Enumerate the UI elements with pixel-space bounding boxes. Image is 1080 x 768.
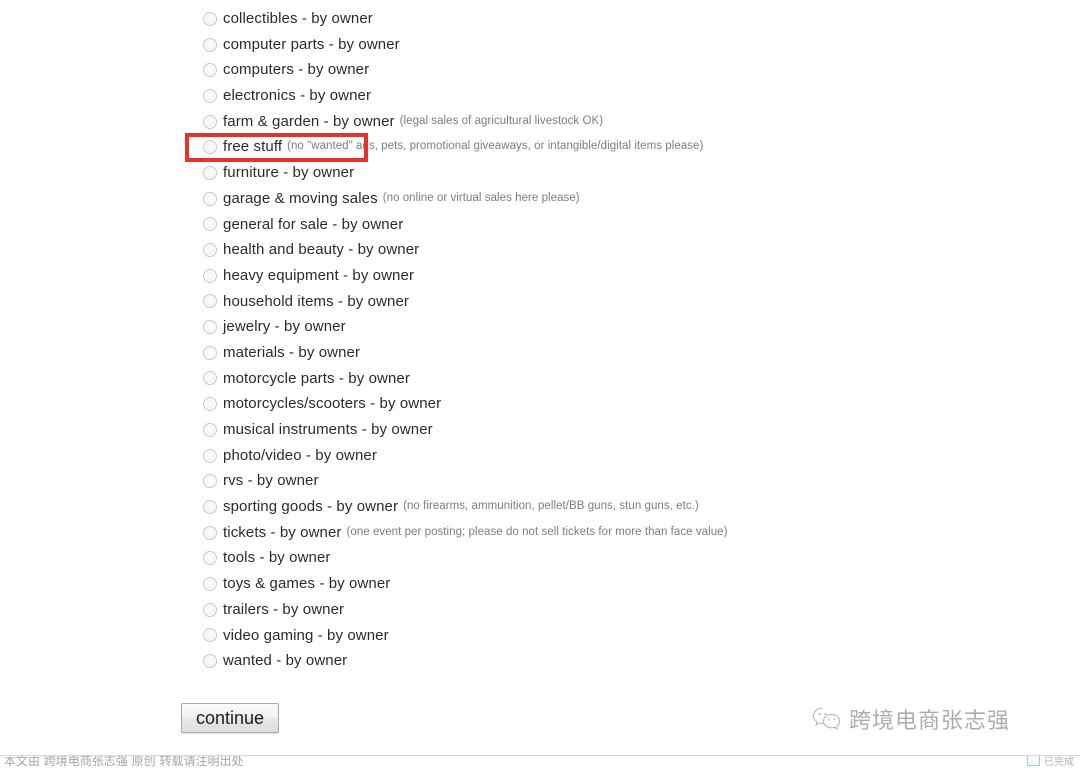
category-label[interactable]: motorcycle parts - by owner	[223, 366, 410, 392]
radio-button-icon[interactable]	[203, 320, 217, 335]
category-row[interactable]: motorcycles/scooters - by owner	[203, 391, 1003, 417]
radio-button-icon[interactable]	[203, 654, 217, 669]
radio-button-icon[interactable]	[203, 191, 217, 206]
category-label[interactable]: farm & garden - by owner	[223, 109, 395, 135]
category-label[interactable]: computers - by owner	[223, 57, 369, 83]
category-label[interactable]: health and beauty - by owner	[223, 237, 419, 263]
checkbox-icon	[1027, 756, 1040, 766]
category-label[interactable]: toys & games - by owner	[223, 571, 390, 597]
radio-button-icon[interactable]	[203, 397, 217, 412]
category-row[interactable]: free stuff (no "wanted" ads, pets, promot…	[203, 134, 1003, 160]
radio-button-icon[interactable]	[203, 268, 217, 283]
category-label[interactable]: video gaming - by owner	[223, 623, 389, 649]
bottom-marker-text: 已完成	[1044, 757, 1074, 768]
radio-button-icon[interactable]	[203, 165, 217, 180]
watermark-text: 跨境电商张志强	[849, 709, 1011, 734]
radio-button-icon[interactable]	[203, 88, 217, 103]
category-row[interactable]: heavy equipment - by owner	[203, 263, 1003, 289]
category-label[interactable]: tools - by owner	[223, 545, 330, 571]
category-row[interactable]: photo/video - by owner	[203, 443, 1003, 469]
category-label[interactable]: heavy equipment - by owner	[223, 263, 414, 289]
category-row[interactable]: tools - by owner	[203, 545, 1003, 571]
radio-button-icon[interactable]	[203, 628, 217, 643]
bottom-clipped-text: 本文由 跨境电商张志强 原创 转载请注明出处	[4, 756, 244, 768]
radio-button-icon[interactable]	[203, 37, 217, 52]
category-row[interactable]: tickets - by owner (one event per posting…	[203, 520, 1003, 546]
radio-button-icon[interactable]	[203, 551, 217, 566]
category-row[interactable]: musical instruments - by owner	[203, 417, 1003, 443]
category-label[interactable]: tickets - by owner	[223, 520, 342, 546]
bottom-strip: 本文由 跨境电商张志强 原创 转载请注明出处 已完成	[0, 756, 1080, 768]
category-list: collectibles - by owner computer parts - …	[203, 6, 1003, 674]
radio-button-icon[interactable]	[203, 422, 217, 437]
wechat-icon	[812, 706, 842, 732]
radio-button-icon[interactable]	[203, 474, 217, 489]
category-row[interactable]: household items - by owner	[203, 289, 1003, 315]
radio-button-icon[interactable]	[203, 63, 217, 78]
radio-button-icon[interactable]	[203, 371, 217, 386]
category-row[interactable]: materials - by owner	[203, 340, 1003, 366]
category-label[interactable]: general for sale - by owner	[223, 212, 403, 238]
category-row[interactable]: computer parts - by owner	[203, 32, 1003, 58]
category-label[interactable]: furniture - by owner	[223, 160, 354, 186]
category-label[interactable]: collectibles - by owner	[223, 6, 373, 32]
category-row[interactable]: collectibles - by owner	[203, 6, 1003, 32]
category-row[interactable]: computers - by owner	[203, 57, 1003, 83]
category-label[interactable]: electronics - by owner	[223, 83, 371, 109]
category-label[interactable]: computer parts - by owner	[223, 32, 400, 58]
category-row[interactable]: motorcycle parts - by owner	[203, 366, 1003, 392]
category-label[interactable]: jewelry - by owner	[223, 314, 346, 340]
radio-button-icon[interactable]	[203, 576, 217, 591]
category-row[interactable]: electronics - by owner	[203, 83, 1003, 109]
category-note: (no online or virtual sales here please)	[382, 191, 580, 204]
category-label[interactable]: household items - by owner	[223, 289, 409, 315]
category-note: (legal sales of agricultural livestock O…	[399, 114, 604, 127]
category-label[interactable]: materials - by owner	[223, 340, 360, 366]
category-row[interactable]: trailers - by owner	[203, 597, 1003, 623]
category-note: (no "wanted" ads, pets, promotional give…	[287, 140, 704, 153]
category-label[interactable]: free stuff	[223, 134, 282, 160]
category-row[interactable]: toys & games - by owner	[203, 571, 1003, 597]
bottom-right-marker: 已完成	[1027, 756, 1074, 768]
category-label[interactable]: photo/video - by owner	[223, 443, 377, 469]
radio-button-icon[interactable]	[203, 11, 217, 26]
category-label[interactable]: garage & moving sales	[223, 186, 378, 212]
radio-button-icon[interactable]	[203, 448, 217, 463]
category-row[interactable]: sporting goods - by owner (no firearms, a…	[203, 494, 1003, 520]
category-note: (one event per posting; please do not se…	[346, 525, 728, 538]
radio-button-icon[interactable]	[203, 217, 217, 232]
category-row[interactable]: video gaming - by owner	[203, 623, 1003, 649]
category-row[interactable]: garage & moving sales (no online or virtu…	[203, 186, 1003, 212]
category-row[interactable]: jewelry - by owner	[203, 314, 1003, 340]
category-row[interactable]: furniture - by owner	[203, 160, 1003, 186]
category-label[interactable]: musical instruments - by owner	[223, 417, 433, 443]
category-label[interactable]: wanted - by owner	[223, 648, 347, 674]
category-note: (no firearms, ammunition, pellet/BB guns…	[403, 500, 699, 513]
radio-button-icon[interactable]	[203, 243, 217, 258]
category-row[interactable]: farm & garden - by owner (legal sales of …	[203, 109, 1003, 135]
radio-button-icon[interactable]	[203, 294, 217, 309]
radio-button-icon[interactable]	[203, 140, 217, 155]
continue-button[interactable]: continue	[181, 703, 279, 733]
radio-button-icon[interactable]	[203, 114, 217, 129]
radio-button-icon[interactable]	[203, 602, 217, 617]
category-label[interactable]: rvs - by owner	[223, 468, 319, 494]
radio-button-icon[interactable]	[203, 345, 217, 360]
category-row[interactable]: health and beauty - by owner	[203, 237, 1003, 263]
radio-button-icon[interactable]	[203, 525, 217, 540]
category-label[interactable]: sporting goods - by owner	[223, 494, 398, 520]
radio-button-icon[interactable]	[203, 499, 217, 514]
category-label[interactable]: motorcycles/scooters - by owner	[223, 391, 441, 417]
category-row[interactable]: general for sale - by owner	[203, 212, 1003, 238]
watermark: 跨境电商张志强	[812, 703, 1010, 735]
category-row[interactable]: rvs - by owner	[203, 468, 1003, 494]
category-row[interactable]: wanted - by owner	[203, 648, 1003, 674]
category-label[interactable]: trailers - by owner	[223, 597, 344, 623]
